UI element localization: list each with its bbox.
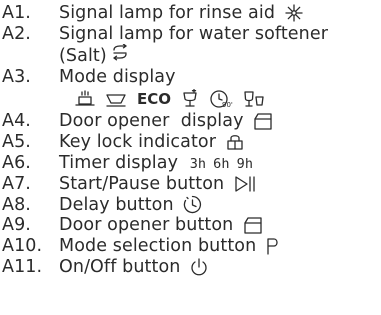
- legend-item-a9: A9. Door opener button: [2, 215, 378, 236]
- item-number: A10.: [2, 235, 43, 256]
- legend-item-a3: A3. Mode display: [2, 67, 378, 88]
- lock-icon: [226, 133, 244, 151]
- legend-item-a10: A10. Mode selection button: [2, 236, 378, 257]
- item-label: Start/Pause button: [59, 174, 225, 195]
- timer-6h: 6h: [213, 155, 230, 172]
- auto-icon: [75, 90, 95, 108]
- item-label: On/Off button: [59, 256, 181, 277]
- timer-3h: 3h: [189, 155, 207, 172]
- legend-item-a6: A6. Timer display 3h 6h 9h: [2, 153, 378, 175]
- legend-item-a5: A5. Key lock indicator: [2, 132, 378, 153]
- door-opener-icon: [253, 113, 273, 130]
- start-pause-icon: [234, 175, 256, 193]
- legend-list: A1. Signal lamp for rinse aid A2. Signal…: [2, 3, 378, 277]
- salt-regen-icon: [111, 44, 129, 61]
- item-number: A4.: [2, 111, 31, 132]
- legend-item-a2-cont: (Salt): [2, 44, 378, 67]
- item-number: A3.: [2, 66, 31, 87]
- mode-p-icon: [266, 237, 280, 255]
- legend-item-a7: A7. Start/Pause button: [2, 174, 378, 195]
- item-label: Signal lamp for water softener: [59, 23, 329, 44]
- item-label: Signal lamp for rinse aid: [59, 3, 276, 23]
- item-number: A7.: [2, 174, 31, 195]
- item-number: A5.: [2, 131, 31, 152]
- item-number: A8.: [2, 194, 31, 215]
- door-opener-icon: [243, 217, 263, 234]
- item-label: Door opener button: [59, 215, 234, 236]
- item-label: Mode display: [59, 66, 176, 87]
- legend-item-a2: A2. Signal lamp for water softener: [2, 24, 378, 45]
- item-label-cont: (Salt): [59, 46, 107, 67]
- mode-icons: ECO 90': [2, 87, 378, 111]
- rinse-icon: [243, 89, 265, 109]
- item-number: A6.: [2, 152, 31, 173]
- legend-item-a1: A1. Signal lamp for rinse aid: [2, 3, 378, 24]
- item-label: Delay button: [59, 194, 174, 215]
- legend-item-a4: A4. Door opener display: [2, 111, 378, 132]
- item-label: Key lock indicator: [59, 131, 217, 152]
- item-label: Mode selection button: [59, 235, 257, 256]
- legend-item-a8: A8. Delay button: [2, 195, 378, 216]
- item-label: Door opener display: [59, 111, 244, 132]
- item-label: Timer display: [59, 152, 179, 173]
- glass-icon: [181, 89, 199, 109]
- item-number: A11.: [2, 256, 43, 277]
- quick-90-icon: 90': [209, 89, 233, 109]
- svg-text:90': 90': [222, 101, 233, 109]
- intensive-icon: [105, 90, 127, 108]
- eco-mode-label: ECO: [137, 90, 172, 109]
- timer-values: 3h 6h 9h: [190, 156, 260, 172]
- legend-item-a11: A11. On/Off button: [2, 257, 378, 278]
- power-icon: [190, 257, 208, 276]
- item-number: A2.: [2, 23, 31, 44]
- timer-9h: 9h: [236, 155, 254, 172]
- item-number: A9.: [2, 215, 31, 236]
- item-number: A1.: [2, 3, 31, 23]
- sparkle-icon: [285, 4, 303, 22]
- delay-clock-icon: [183, 195, 202, 214]
